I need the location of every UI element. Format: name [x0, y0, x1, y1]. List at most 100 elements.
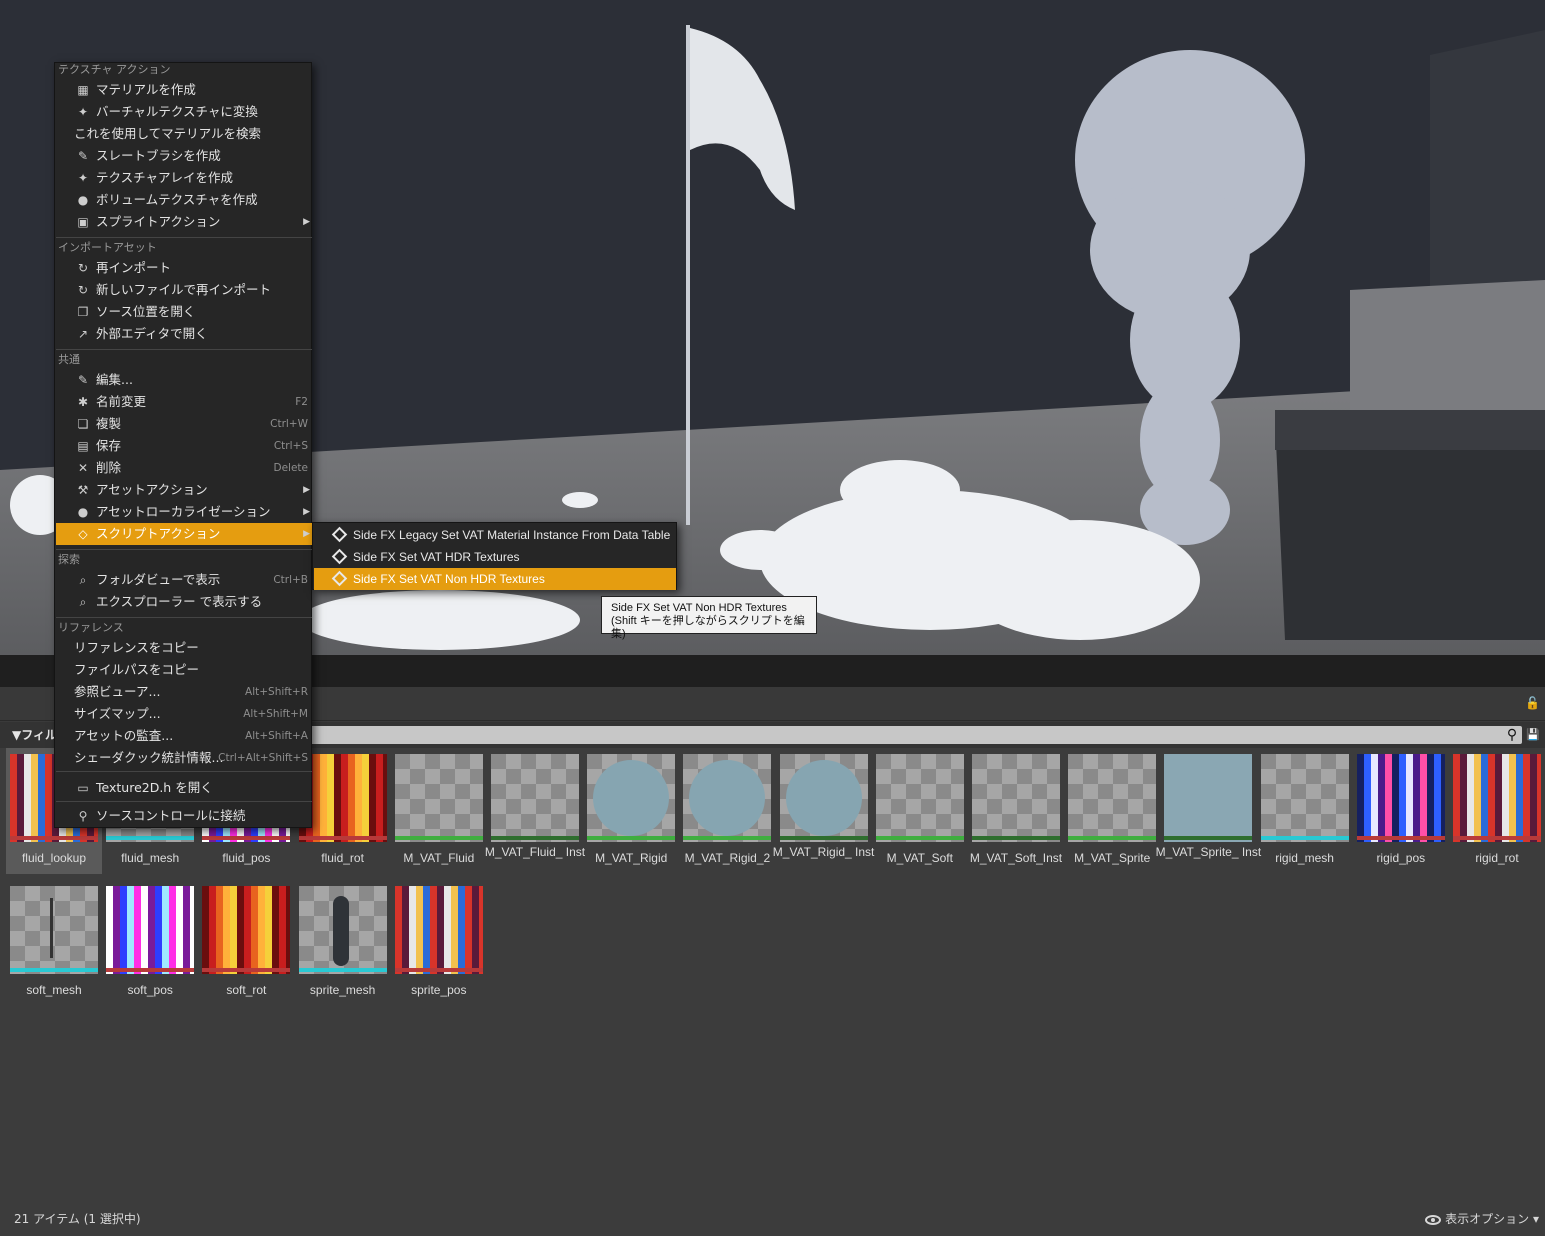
save-search-icon[interactable]: 💾 [1526, 726, 1540, 744]
asset-tile[interactable]: M_VAT_Sprite_ Inst [1156, 748, 1261, 874]
submenu-item[interactable]: Side FX Set VAT HDR Textures [314, 546, 676, 568]
menu-item-label: 新しいファイルで再インポート [96, 282, 272, 297]
asset-name: M_VAT_Fluid [403, 851, 475, 865]
asset-tile[interactable]: rigid_pos [1353, 748, 1449, 874]
menu-item-shortcut: Alt+Shift+A [245, 730, 308, 742]
asset-thumbnail [587, 754, 676, 842]
menu-item-label: サイズマップ... [74, 706, 161, 721]
menu-item-shortcut: Ctrl+B [273, 574, 308, 586]
asset-name: fluid_mesh [121, 851, 180, 865]
asset-tile[interactable]: M_VAT_Soft [872, 748, 968, 874]
menu-item[interactable]: ファイルパスをコピー [56, 659, 312, 681]
asset-name: M_VAT_Soft [886, 851, 953, 865]
asset-tile[interactable]: M_VAT_Rigid [583, 748, 679, 874]
menu-item-label: テクスチャアレイを作成 [96, 170, 234, 185]
menu-item[interactable]: ⌕ フォルダビューで表示 Ctrl+B [56, 569, 312, 591]
asset-tile[interactable]: sprite_mesh [295, 880, 391, 1006]
section-explore: 探索 [58, 553, 80, 566]
menu-item-shortcut: Alt+Shift+R [245, 686, 308, 698]
menu-item-label: 参照ビューア... [74, 684, 161, 699]
asset-tile[interactable]: soft_mesh [6, 880, 102, 1006]
submenu-item[interactable]: Side FX Legacy Set VAT Material Instance… [314, 524, 676, 546]
menu-item[interactable]: ● ボリュームテクスチャを作成 [56, 189, 312, 211]
menu-item[interactable]: ↻ 新しいファイルで再インポート [56, 279, 312, 301]
menu-item[interactable]: ⌕ エクスプローラー で表示する [56, 591, 312, 613]
asset-tile[interactable]: M_VAT_Rigid_2 [679, 748, 775, 874]
lock-icon[interactable]: 🔓 [1525, 696, 1540, 710]
editor-window: 🔓 ▼フィル ⚲ 💾 fluid_lookup fluid_mesh fluid_p… [0, 0, 1545, 1236]
menu-item[interactable]: これを使用してマテリアルを検索 [56, 123, 312, 145]
asset-name: M_VAT_Rigid [595, 851, 668, 865]
material-preview-sphere [1164, 754, 1253, 842]
search-icon[interactable]: ⚲ [1504, 726, 1520, 744]
asset-tile[interactable]: M_VAT_Fluid [391, 748, 487, 874]
view-options-button[interactable]: 表示オプション ▾ [1425, 1210, 1539, 1227]
menu-item[interactable]: ✦ テクスチャアレイを作成 [56, 167, 312, 189]
menu-item-label: スプライトアクション [96, 214, 221, 229]
submenu-arrow-icon: ▶ [303, 217, 310, 227]
menu-item[interactable]: ✦ バーチャルテクスチャに変換 [56, 101, 312, 123]
status-bar: 21 アイテム (1 選択中) 表示オプション ▾ [0, 1198, 1545, 1236]
asset-type-bar [1164, 836, 1253, 840]
section-common: 共通 [58, 353, 80, 366]
asset-name: M_VAT_Sprite [1074, 851, 1151, 865]
menu-item[interactable]: リファレンスをコピー [56, 637, 312, 659]
menu-item-shortcut: Ctrl+Alt+Shift+S [218, 752, 308, 764]
menu-item[interactable]: ↻ 再インポート [56, 257, 312, 279]
menu-item[interactable]: ❏ 複製 Ctrl+W [56, 413, 312, 435]
menu-item[interactable]: ✎ 編集... [56, 369, 312, 391]
asset-type-bar [1453, 836, 1541, 840]
asset-type-bar [972, 836, 1060, 840]
menu-item[interactable]: ✎ スレートブラシを作成 [56, 145, 312, 167]
asset-tile[interactable]: rigid_mesh [1257, 748, 1353, 874]
asset-context-menu: テクスチャ アクション インポートアセット 共通 探索 リファレンス ▦ マテリア… [54, 62, 312, 828]
menu-item[interactable]: ⚲ ソースコントロールに接続 [56, 805, 312, 827]
menu-item[interactable]: ▦ マテリアルを作成 [56, 79, 312, 101]
menu-item[interactable]: ✕ 削除 Delete [56, 457, 312, 479]
menu-item[interactable]: ❐ ソース位置を開く [56, 301, 312, 323]
menu-item-label: アセットアクション [96, 482, 208, 497]
asset-thumbnail [394, 754, 483, 842]
asset-type-bar [10, 968, 98, 972]
asset-name: soft_rot [226, 983, 267, 997]
menu-item[interactable]: ▭ Texture2D.h を開く [56, 777, 312, 799]
asset-type-bar [875, 836, 964, 840]
asset-type-bar [106, 968, 195, 972]
submenu-item[interactable]: Side FX Set VAT Non HDR Textures [314, 568, 676, 590]
menu-item[interactable]: ▣ スプライトアクション ▶ [56, 211, 312, 233]
asset-tile[interactable]: M_VAT_Sprite [1064, 748, 1160, 874]
external-editor-icon: ↗ [77, 327, 89, 341]
section-reference: リファレンス [58, 621, 124, 634]
menu-item[interactable]: シェーダクック統計情報... Ctrl+Alt+Shift+S [56, 747, 312, 769]
menu-separator [56, 801, 312, 802]
search-input[interactable]: ⚲ [300, 726, 1522, 744]
asset-thumbnail [106, 886, 195, 974]
menu-item[interactable]: ● アセットローカライゼーション ▶ [56, 501, 312, 523]
asset-name: M_VAT_Sprite_ Inst [1155, 845, 1262, 859]
asset-tile[interactable]: M_VAT_Rigid_ Inst [773, 748, 874, 874]
asset-type-bar [1068, 836, 1157, 840]
menu-item[interactable]: 参照ビューア... Alt+Shift+R [56, 681, 312, 703]
menu-item[interactable]: ▤ 保存 Ctrl+S [56, 435, 312, 457]
menu-separator [56, 771, 312, 772]
menu-item[interactable]: ↗ 外部エディタで開く [56, 323, 312, 345]
asset-tile[interactable]: sprite_pos [391, 880, 487, 1006]
menu-item[interactable]: サイズマップ... Alt+Shift+M [56, 703, 312, 725]
menu-item-label: アセットの監査... [74, 728, 174, 743]
asset-thumbnail [683, 754, 772, 842]
menu-item-label: ソースコントロールに接続 [96, 808, 246, 823]
asset-tile[interactable]: M_VAT_Soft_Inst [968, 748, 1064, 874]
menu-item-label: エクスプローラー で表示する [96, 594, 263, 609]
view-options-label: 表示オプション [1445, 1212, 1530, 1226]
menu-item[interactable]: アセットの監査... Alt+Shift+A [56, 725, 312, 747]
menu-item[interactable]: ◇ スクリプトアクション ▶ [56, 523, 312, 545]
submenu-item-label: Side FX Set VAT HDR Textures [353, 550, 520, 564]
asset-tile[interactable]: rigid_rot [1449, 748, 1545, 874]
asset-tile[interactable]: soft_rot [198, 880, 294, 1006]
menu-item[interactable]: ✱ 名前変更 F2 [56, 391, 312, 413]
script-actions-submenu: Side FX Legacy Set VAT Material Instance… [312, 522, 677, 590]
asset-type-bar [106, 836, 195, 840]
asset-tile[interactable]: soft_pos [102, 880, 198, 1006]
asset-tile[interactable]: M_VAT_Fluid_ Inst [485, 748, 585, 874]
menu-item[interactable]: ⚒ アセットアクション ▶ [56, 479, 312, 501]
